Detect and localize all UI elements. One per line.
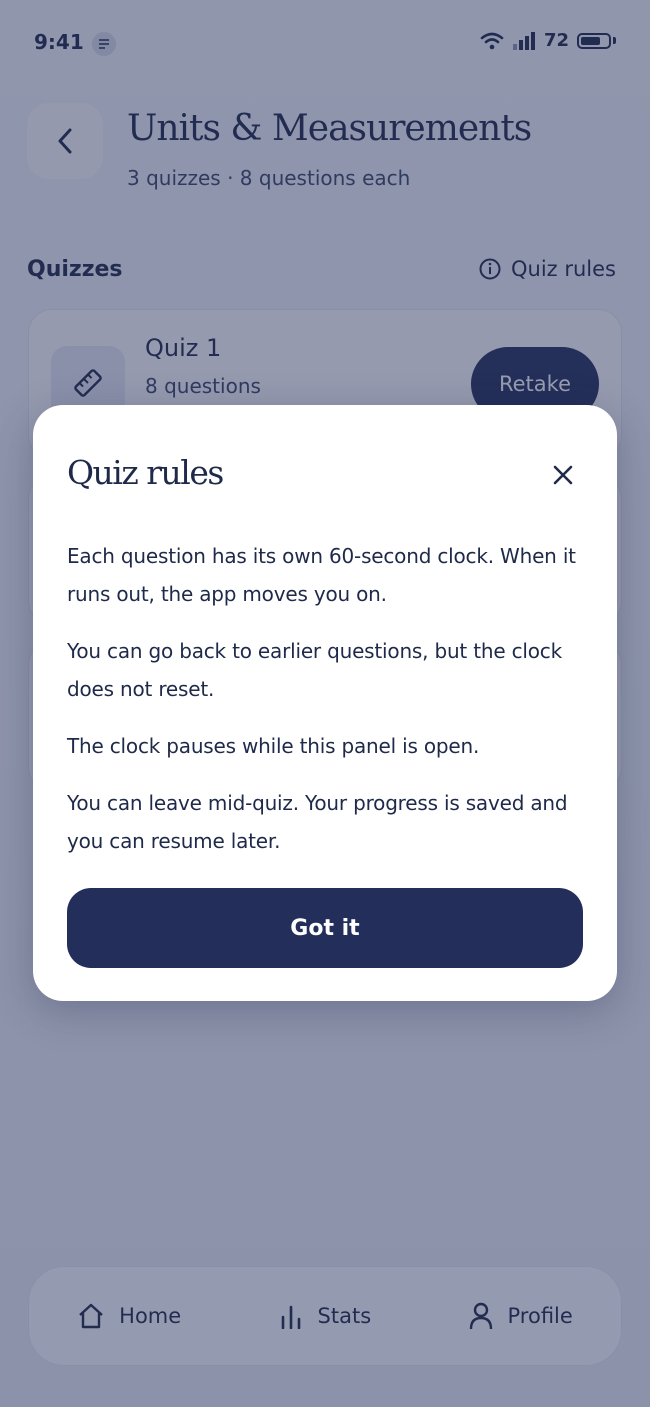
quiz-rules-dialog: Quiz rules Each question has its own 60-… xyxy=(33,405,617,1001)
dialog-title: Quiz rules xyxy=(67,453,224,492)
rule-item: You can go back to earlier questions, bu… xyxy=(67,639,562,701)
screen: 9:41 72 Units & Measurements 3 quizzes ·… xyxy=(0,0,650,1407)
rules-list: Each question has its own 60-second cloc… xyxy=(67,537,597,879)
rule-item: Each question has its own 60-second cloc… xyxy=(67,544,576,606)
rule-item: The clock pauses while this panel is ope… xyxy=(67,734,480,758)
close-button[interactable] xyxy=(545,457,581,493)
rule-item: You can leave mid-quiz. Your progress is… xyxy=(67,791,568,853)
close-icon xyxy=(553,465,573,485)
got-it-button[interactable]: Got it xyxy=(67,888,583,968)
